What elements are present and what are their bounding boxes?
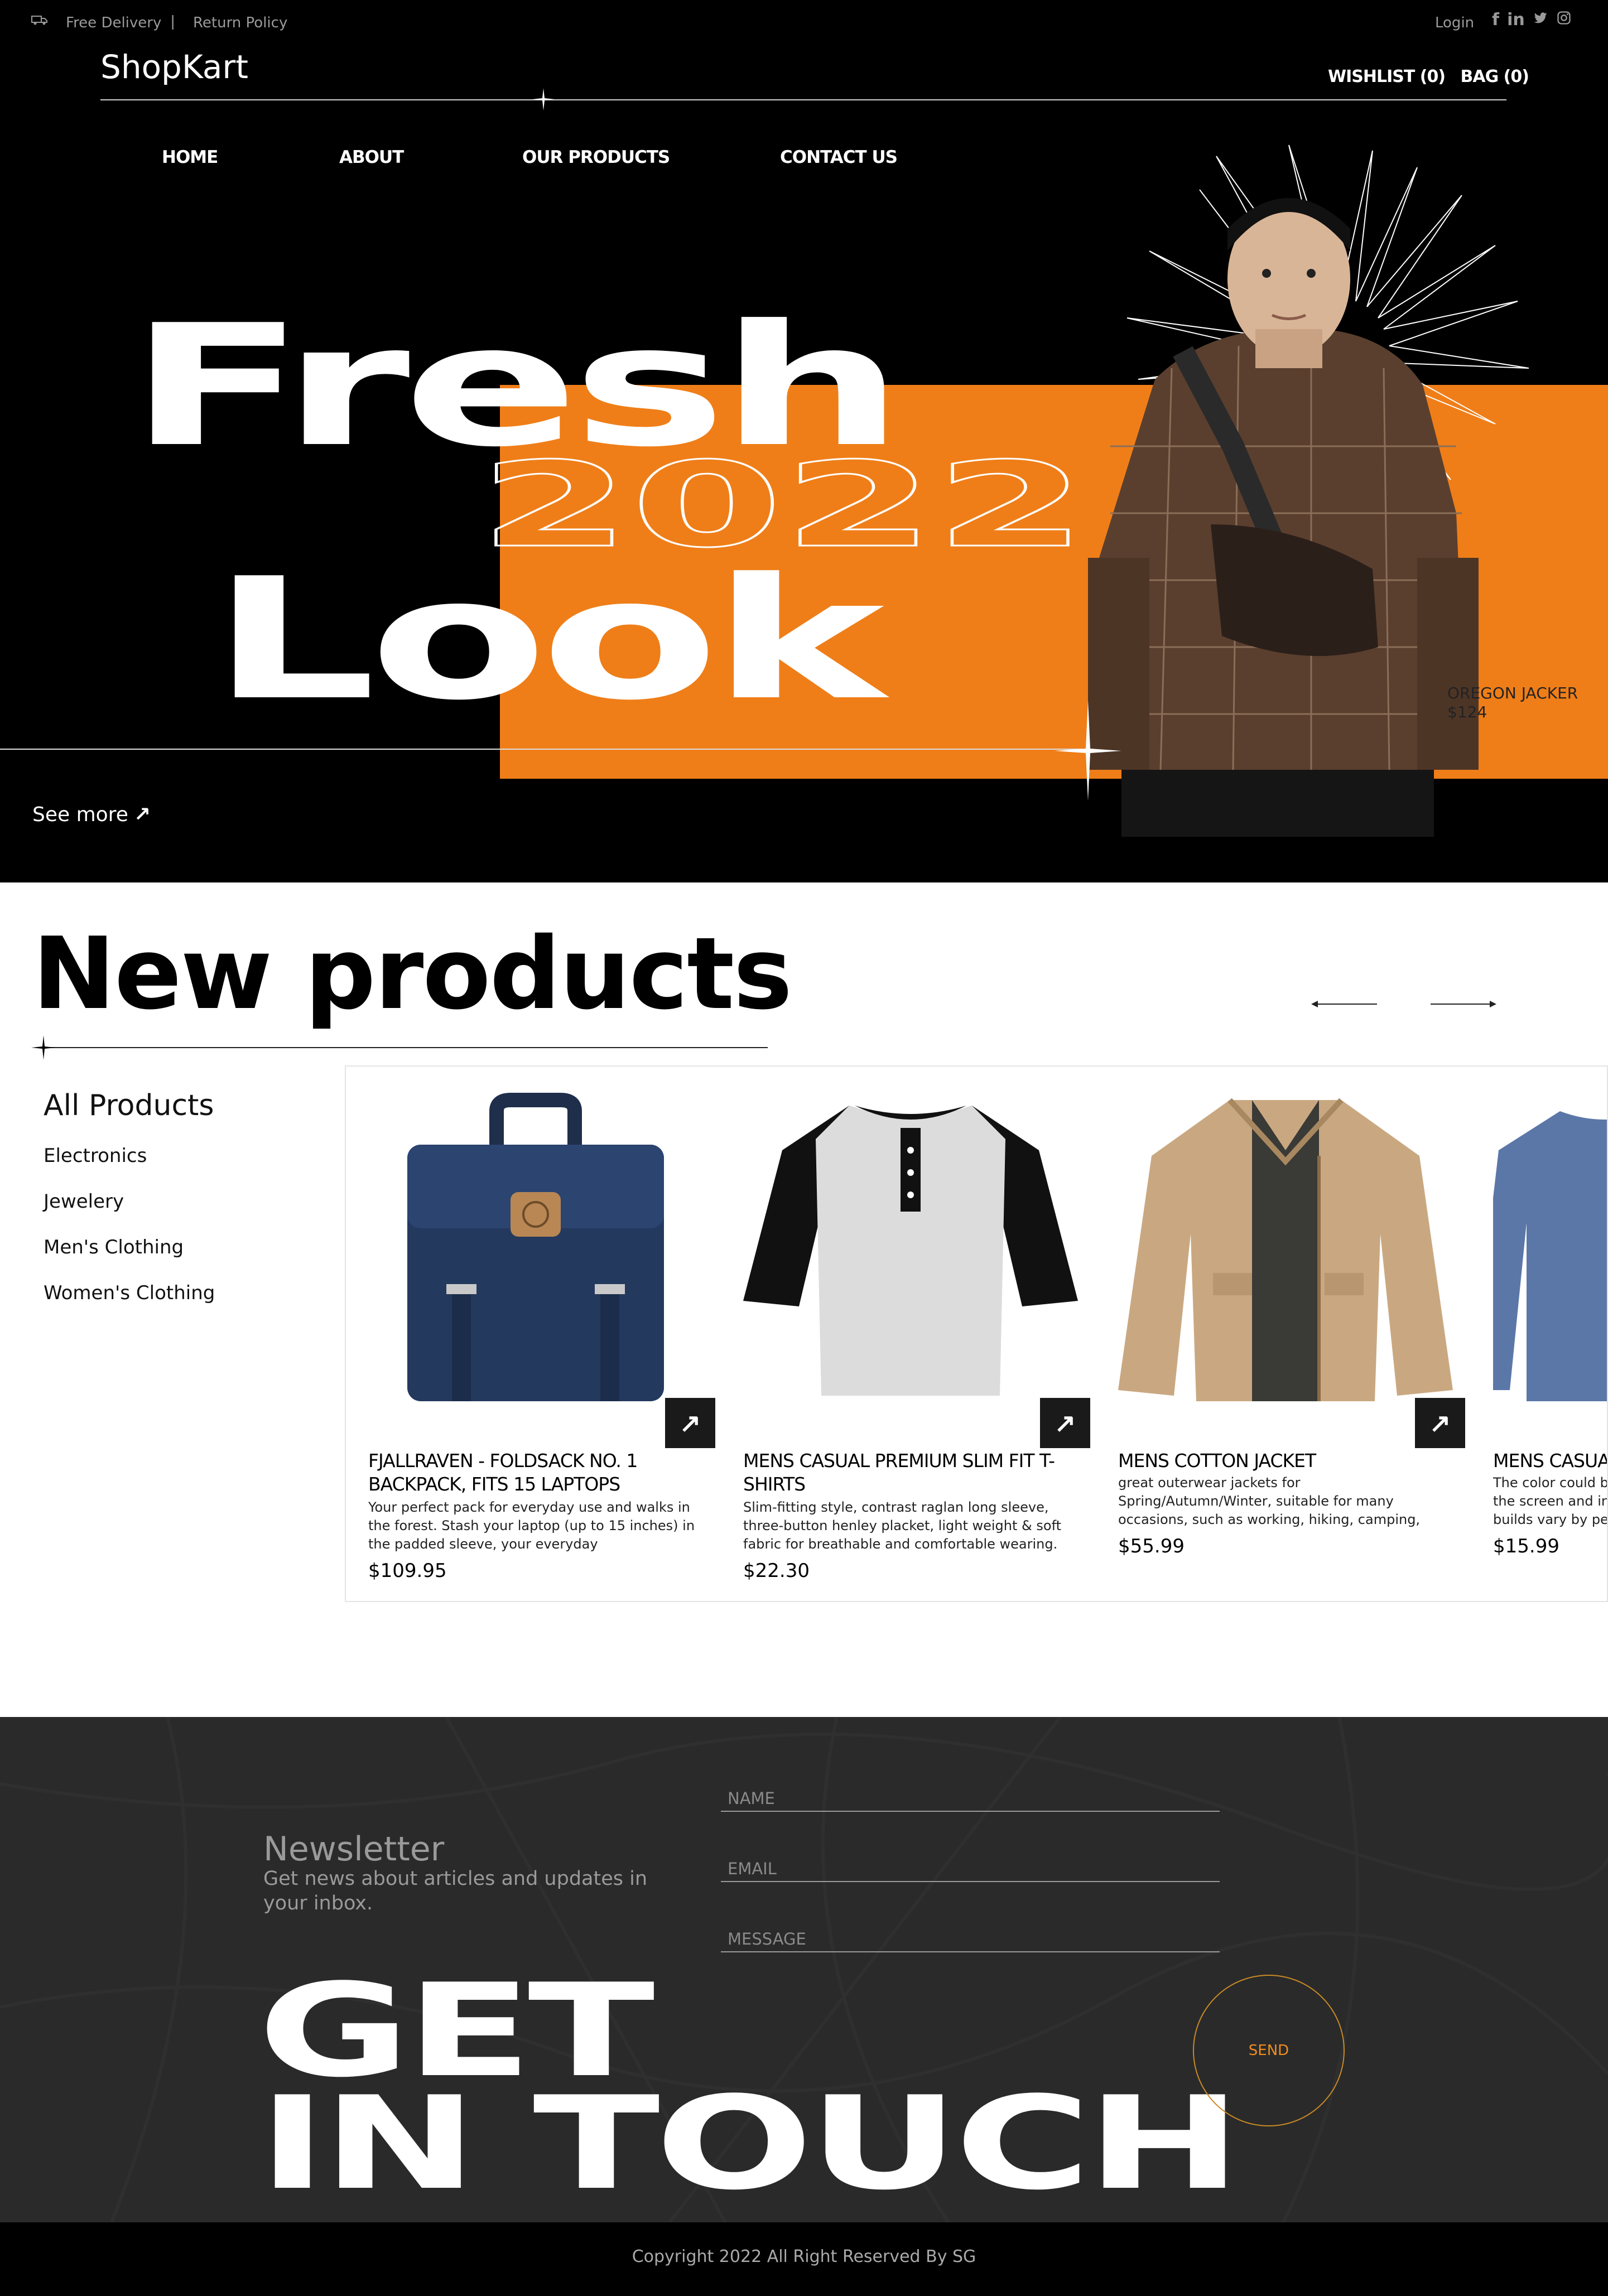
tshirt-image xyxy=(743,1106,1078,1396)
product-title: MENS CASUAL PREMIUM SLIM FIT T-SHIRTS xyxy=(743,1450,1055,1495)
linkedin-icon[interactable]: in xyxy=(1507,10,1525,31)
category-jewelery[interactable]: Jewelery xyxy=(44,1190,124,1213)
bag-link[interactable]: BAG (0) xyxy=(1461,67,1529,86)
free-delivery-link[interactable]: Free Delivery xyxy=(66,15,161,31)
featured-product-price: $124 xyxy=(1447,703,1487,721)
facebook-icon[interactable]: f xyxy=(1492,10,1499,31)
footer: Copyright 2022 All Right Reserved By SG xyxy=(0,2222,1608,2296)
site-logo[interactable]: ShopKart xyxy=(100,48,248,86)
product-title: MENS COTTON JACKET xyxy=(1118,1450,1316,1472)
sparkle-icon xyxy=(1055,701,1121,801)
product-card[interactable]: ↗ FJALLRAVEN - FOLDSACK NO. 1 BACKPACK, … xyxy=(346,1067,715,1601)
longsleeve-image xyxy=(1493,1111,1607,1401)
newsletter-subtitle: Get news about articles and updates in y… xyxy=(263,1868,648,1914)
product-description: The color could be slightly different be… xyxy=(1493,1475,1608,1527)
see-more-label: See more xyxy=(32,803,128,826)
product-card[interactable]: ↗ MENS CASUAL PREMIUM SLIM FIT T-SHIRTS … xyxy=(721,1067,1090,1601)
product-card[interactable]: MENS CASUAL SLIM FIT The color could be … xyxy=(1471,1067,1608,1601)
contact-section: Newsletter Get news about articles and u… xyxy=(0,1717,1608,2222)
product-description: Your perfect pack for everyday use and w… xyxy=(368,1499,695,1552)
hero-divider xyxy=(0,749,1082,750)
product-description: great outerwear jackets for Spring/Autum… xyxy=(1118,1475,1421,1527)
message-field xyxy=(721,1927,1220,1952)
product-title: FJALLRAVEN - FOLDSACK NO. 1 BACKPACK, FI… xyxy=(368,1450,638,1495)
login-link[interactable]: Login xyxy=(1435,15,1474,31)
truck-icon xyxy=(31,16,47,25)
featured-product-caption[interactable]: OREGON JACKER $124 xyxy=(1447,684,1578,722)
email-input[interactable] xyxy=(721,1856,1220,1881)
product-carousel: ↗ FJALLRAVEN - FOLDSACK NO. 1 BACKPACK, … xyxy=(345,1065,1608,1602)
category-mens-clothing[interactable]: Men's Clothing xyxy=(44,1236,184,1258)
arrow-right-icon[interactable] xyxy=(1429,999,1496,1010)
nav-about[interactable]: ABOUT xyxy=(339,147,404,167)
hero-model-image xyxy=(1088,198,1479,837)
wishlist-link[interactable]: WISHLIST (0) xyxy=(1328,67,1446,86)
get-in-touch-heading-line2: IN TOUCH xyxy=(258,2070,1242,2218)
top-separator: | xyxy=(171,12,175,30)
arrow-up-right-icon: ↗ xyxy=(133,803,151,826)
category-womens-clothing[interactable]: Women's Clothing xyxy=(44,1282,215,1304)
sparkle-icon xyxy=(532,88,555,110)
product-card[interactable]: ↗ MENS COTTON JACKET great outerwear jac… xyxy=(1096,1067,1465,1601)
featured-product-name: OREGON JACKER xyxy=(1447,684,1578,702)
name-field xyxy=(721,1786,1220,1812)
send-button[interactable]: SEND xyxy=(1193,1975,1345,2126)
see-more-link[interactable]: See more ↗ xyxy=(32,803,151,826)
arrow-up-right-icon[interactable]: ↗ xyxy=(1040,1398,1090,1448)
message-input[interactable] xyxy=(721,1927,1220,1951)
return-policy-link[interactable]: Return Policy xyxy=(193,15,287,31)
hero-section: Free Delivery | Return Policy Login f in… xyxy=(0,0,1608,882)
product-description: Slim-fitting style, contrast raglan long… xyxy=(743,1499,1062,1552)
nav-our-products[interactable]: OUR PRODUCTS xyxy=(522,147,670,167)
top-bar: Free Delivery | Return Policy Login f in xyxy=(0,0,1608,45)
twitter-icon[interactable] xyxy=(1533,10,1548,31)
new-products-title: New products xyxy=(32,916,792,1031)
section-divider xyxy=(42,1047,768,1048)
category-electronics[interactable]: Electronics xyxy=(44,1145,147,1167)
product-price: $15.99 xyxy=(1493,1535,1559,1557)
copyright-text: Copyright 2022 All Right Reserved By SG xyxy=(632,2247,976,2266)
hero-headline-look: Look xyxy=(211,542,884,737)
newsletter-title: Newsletter xyxy=(263,1830,445,1869)
sparkle-icon xyxy=(31,1035,56,1060)
header-actions: WISHLIST (0) BAG (0) xyxy=(1328,67,1539,86)
instagram-icon[interactable] xyxy=(1556,10,1572,31)
arrow-up-right-icon[interactable]: ↗ xyxy=(665,1398,715,1448)
name-input[interactable] xyxy=(721,1786,1220,1811)
product-price: $55.99 xyxy=(1118,1535,1185,1557)
social-links: f in xyxy=(1492,10,1572,31)
email-field xyxy=(721,1856,1220,1882)
header-divider xyxy=(100,99,1506,100)
arrow-up-right-icon[interactable]: ↗ xyxy=(1415,1398,1465,1448)
product-price: $109.95 xyxy=(368,1560,447,1582)
backpack-image xyxy=(407,1093,664,1401)
nav-home[interactable]: HOME xyxy=(162,147,218,167)
product-price: $22.30 xyxy=(743,1560,810,1582)
nav-contact-us[interactable]: CONTACT US xyxy=(780,147,898,167)
product-title: MENS CASUAL SLIM FIT xyxy=(1493,1450,1607,1472)
jacket-image xyxy=(1118,1098,1453,1401)
category-all-products[interactable]: All Products xyxy=(44,1089,214,1122)
arrow-left-icon[interactable] xyxy=(1311,999,1378,1010)
